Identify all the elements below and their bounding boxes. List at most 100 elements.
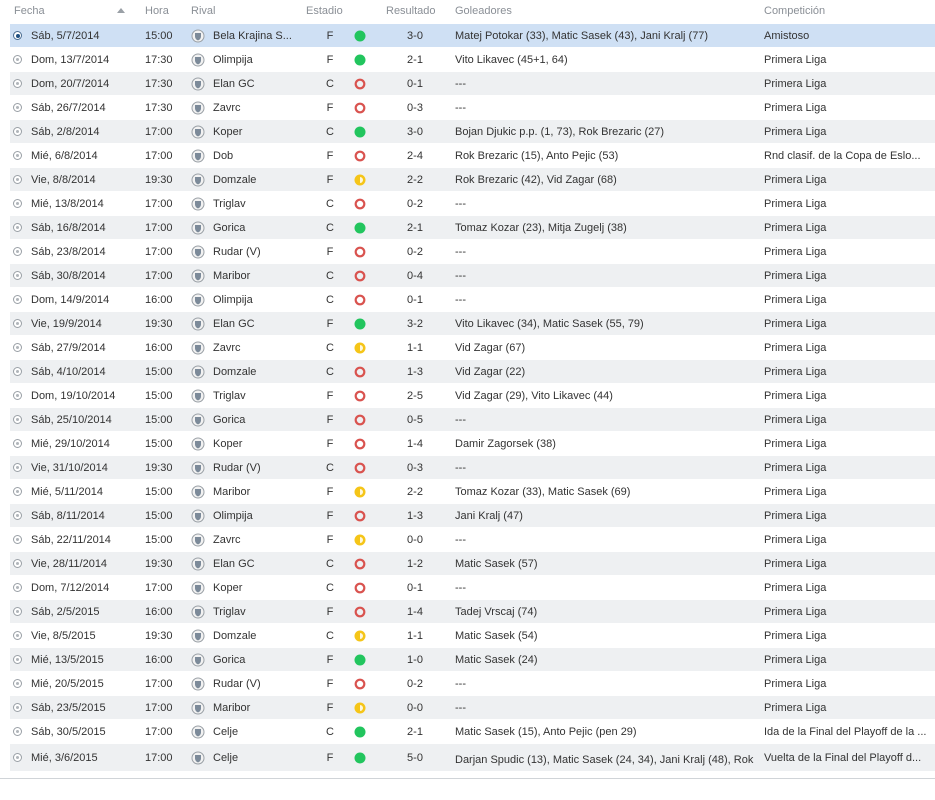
match-score[interactable]: 2-2 bbox=[395, 168, 435, 192]
table-row[interactable]: Sáb, 4/10/2014 15:00 Domzale C 1-3 Vid Zagar … bbox=[10, 360, 935, 384]
competition[interactable]: Primera Liga bbox=[764, 672, 935, 696]
competition[interactable]: Primera Liga bbox=[764, 48, 935, 72]
competition[interactable]: Primera Liga bbox=[764, 312, 935, 336]
competition[interactable]: Primera Liga bbox=[764, 648, 935, 672]
row-select-radio[interactable] bbox=[13, 367, 22, 376]
match-score[interactable]: 3-2 bbox=[395, 312, 435, 336]
competition[interactable]: Primera Liga bbox=[764, 192, 935, 216]
competition[interactable]: Primera Liga bbox=[764, 528, 935, 552]
table-row[interactable]: Sáb, 25/10/2014 15:00 Gorica F 0-5 --- Primera… bbox=[10, 408, 935, 432]
row-select-radio[interactable] bbox=[13, 679, 22, 688]
competition[interactable]: Primera Liga bbox=[764, 552, 935, 576]
rival-team-link[interactable]: Maribor bbox=[213, 696, 308, 720]
match-score[interactable]: 2-1 bbox=[395, 216, 435, 240]
competition[interactable]: Ida de la Final del Playoff de la ... bbox=[764, 720, 935, 744]
match-score[interactable]: 0-2 bbox=[395, 240, 435, 264]
table-row[interactable]: Vie, 31/10/2014 19:30 Rudar (V) C 0-3 --- Prim… bbox=[10, 456, 935, 480]
rival-team-link[interactable]: Dob bbox=[213, 144, 308, 168]
rival-team-link[interactable]: Domzale bbox=[213, 624, 308, 648]
match-score[interactable]: 2-4 bbox=[395, 144, 435, 168]
rival-team-link[interactable]: Domzale bbox=[213, 168, 308, 192]
competition[interactable]: Amistoso bbox=[764, 24, 935, 48]
match-score[interactable]: 5-0 bbox=[395, 744, 435, 772]
match-score[interactable]: 2-2 bbox=[395, 480, 435, 504]
match-score[interactable]: 1-0 bbox=[395, 648, 435, 672]
competition[interactable]: Primera Liga bbox=[764, 96, 935, 120]
table-row[interactable]: Mié, 29/10/2014 15:00 Koper F 1-4 Damir Zagor… bbox=[10, 432, 935, 456]
match-score[interactable]: 3-0 bbox=[395, 120, 435, 144]
rival-team-link[interactable]: Olimpija bbox=[213, 504, 308, 528]
competition[interactable]: Primera Liga bbox=[764, 480, 935, 504]
competition[interactable]: Primera Liga bbox=[764, 624, 935, 648]
table-row[interactable]: Sáb, 5/7/2014 15:00 Bela Krajina S... F 3-0 M… bbox=[10, 24, 935, 48]
match-score[interactable]: 0-5 bbox=[395, 408, 435, 432]
rival-team-link[interactable]: Elan GC bbox=[213, 72, 308, 96]
row-select-radio[interactable] bbox=[13, 271, 22, 280]
competition[interactable]: Primera Liga bbox=[764, 576, 935, 600]
row-select-radio[interactable] bbox=[13, 439, 22, 448]
row-select-radio[interactable] bbox=[13, 55, 22, 64]
row-select-radio[interactable] bbox=[13, 415, 22, 424]
rival-team-link[interactable]: Celje bbox=[213, 720, 308, 744]
competition[interactable]: Primera Liga bbox=[764, 696, 935, 720]
row-select-radio[interactable] bbox=[13, 295, 22, 304]
competition[interactable]: Primera Liga bbox=[764, 120, 935, 144]
competition[interactable]: Primera Liga bbox=[764, 432, 935, 456]
rival-team-link[interactable]: Gorica bbox=[213, 216, 308, 240]
rival-team-link[interactable]: Olimpija bbox=[213, 48, 308, 72]
table-row[interactable]: Dom, 19/10/2014 15:00 Triglav F 2-5 Vid Zagar… bbox=[10, 384, 935, 408]
table-row[interactable]: Sáb, 2/8/2014 17:00 Koper C 3-0 Bojan Djukic … bbox=[10, 120, 935, 144]
row-select-radio[interactable] bbox=[13, 535, 22, 544]
table-row[interactable]: Sáb, 27/9/2014 16:00 Zavrc C 1-1 Vid Zagar (6… bbox=[10, 336, 935, 360]
table-row[interactable]: Sáb, 23/8/2014 17:00 Rudar (V) F 0-2 --- Prime… bbox=[10, 240, 935, 264]
competition[interactable]: Primera Liga bbox=[764, 600, 935, 624]
table-row[interactable]: Vie, 8/8/2014 19:30 Domzale F 2-2 Rok Brezari… bbox=[10, 168, 935, 192]
match-score[interactable]: 1-3 bbox=[395, 504, 435, 528]
row-select-radio[interactable] bbox=[13, 607, 22, 616]
row-select-radio[interactable] bbox=[13, 199, 22, 208]
competition[interactable]: Primera Liga bbox=[764, 504, 935, 528]
row-select-radio[interactable] bbox=[13, 753, 22, 762]
table-row[interactable]: Dom, 20/7/2014 17:30 Elan GC C 0-1 --- Primera… bbox=[10, 72, 935, 96]
rival-team-link[interactable]: Elan GC bbox=[213, 552, 308, 576]
match-score[interactable]: 1-4 bbox=[395, 432, 435, 456]
row-select-radio[interactable] bbox=[13, 631, 22, 640]
row-select-radio[interactable] bbox=[13, 559, 22, 568]
row-select-radio[interactable] bbox=[13, 79, 22, 88]
match-score[interactable]: 0-1 bbox=[395, 72, 435, 96]
competition[interactable]: Primera Liga bbox=[764, 216, 935, 240]
competition[interactable]: Rnd clasif. de la Copa de Eslo... bbox=[764, 144, 935, 168]
rival-team-link[interactable]: Gorica bbox=[213, 648, 308, 672]
row-select-radio[interactable] bbox=[13, 511, 22, 520]
row-select-radio[interactable] bbox=[13, 463, 22, 472]
row-select-radio[interactable] bbox=[13, 247, 22, 256]
match-score[interactable]: 2-5 bbox=[395, 384, 435, 408]
table-row[interactable]: Dom, 13/7/2014 17:30 Olimpija F 2-1 Vito Lika… bbox=[10, 48, 935, 72]
competition[interactable]: Vuelta de la Final del Playoff d... bbox=[764, 744, 935, 772]
row-select-radio[interactable] bbox=[13, 31, 22, 40]
row-select-radio[interactable] bbox=[13, 343, 22, 352]
table-row[interactable]: Mié, 13/5/2015 16:00 Gorica F 1-0 Matic Sasek… bbox=[10, 648, 935, 672]
rival-team-link[interactable]: Rudar (V) bbox=[213, 240, 308, 264]
table-row[interactable]: Sáb, 2/5/2015 16:00 Triglav F 1-4 Tadej Vrsca… bbox=[10, 600, 935, 624]
row-select-radio[interactable] bbox=[13, 703, 22, 712]
competition[interactable]: Primera Liga bbox=[764, 264, 935, 288]
column-header-estadio[interactable]: Estadio bbox=[306, 5, 343, 17]
rival-team-link[interactable]: Rudar (V) bbox=[213, 672, 308, 696]
rival-team-link[interactable]: Gorica bbox=[213, 408, 308, 432]
table-row[interactable]: Sáb, 30/8/2014 17:00 Maribor C 0-4 --- Primera… bbox=[10, 264, 935, 288]
match-score[interactable]: 0-0 bbox=[395, 696, 435, 720]
table-row[interactable]: Dom, 7/12/2014 17:00 Koper C 0-1 --- Primera L… bbox=[10, 576, 935, 600]
row-select-radio[interactable] bbox=[13, 583, 22, 592]
table-row[interactable]: Vie, 8/5/2015 19:30 Domzale C 1-1 Matic Sasek… bbox=[10, 624, 935, 648]
rival-team-link[interactable]: Triglav bbox=[213, 192, 308, 216]
table-row[interactable]: Sáb, 26/7/2014 17:30 Zavrc F 0-3 --- Primera L… bbox=[10, 96, 935, 120]
row-select-radio[interactable] bbox=[13, 223, 22, 232]
table-row[interactable]: Mié, 3/6/2015 17:00 Celje F 5-0 Darjan Spudic… bbox=[10, 744, 935, 772]
row-select-radio[interactable] bbox=[13, 319, 22, 328]
rival-team-link[interactable]: Maribor bbox=[213, 480, 308, 504]
match-score[interactable]: 2-1 bbox=[395, 720, 435, 744]
table-row[interactable]: Mié, 13/8/2014 17:00 Triglav C 0-2 --- Primera… bbox=[10, 192, 935, 216]
competition[interactable]: Primera Liga bbox=[764, 456, 935, 480]
match-score[interactable]: 1-1 bbox=[395, 336, 435, 360]
